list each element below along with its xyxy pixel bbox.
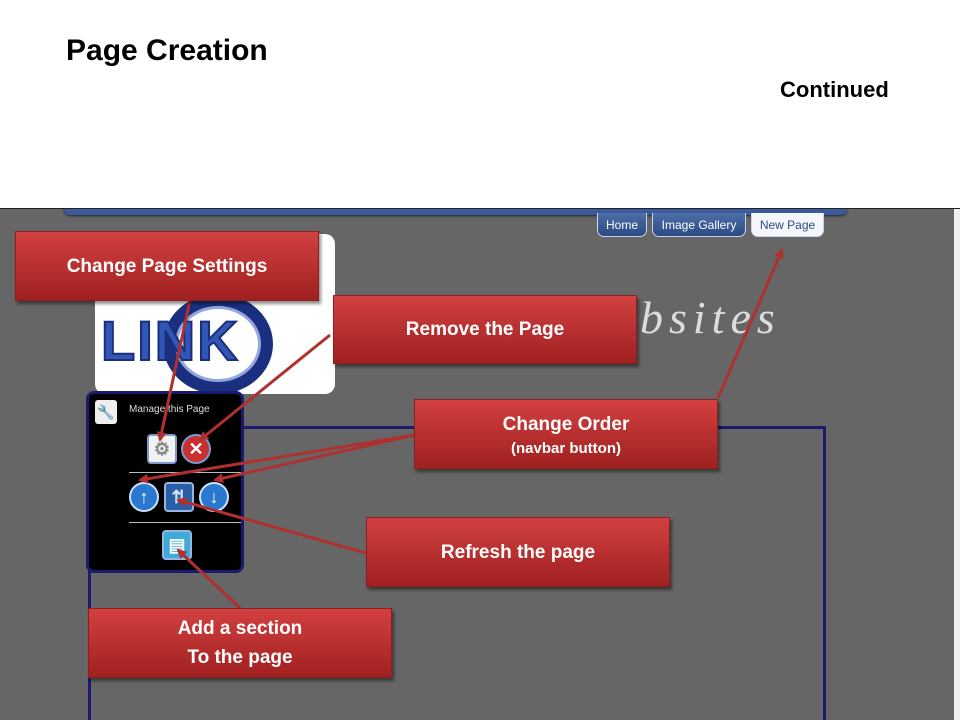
callout-order-text: Change Order <box>502 413 630 435</box>
move-down-button[interactable]: ↓ <box>199 482 229 512</box>
move-up-button[interactable]: ↑ <box>129 482 159 512</box>
page-settings-button[interactable]: ⚙ <box>147 434 177 464</box>
remove-page-button[interactable]: ✕ <box>181 434 211 464</box>
add-section-button[interactable]: ▤ <box>162 530 192 560</box>
logo-text: LINK <box>100 308 240 373</box>
manage-panel-label: Manage this Page <box>129 404 210 415</box>
nav-tab-home[interactable]: Home <box>597 213 647 237</box>
refresh-button[interactable]: ⇅ <box>164 482 194 512</box>
move-up-icon: ↑ <box>139 486 149 507</box>
callout-add-line2: To the page <box>187 647 293 668</box>
callout-remove-page: Remove the Page <box>333 295 637 364</box>
logo-tagline: bsites <box>640 292 781 343</box>
refresh-icon: ⇅ <box>171 486 187 507</box>
move-down-icon: ↓ <box>209 486 219 507</box>
callout-change-order: Change Order (navbar button) <box>414 399 718 469</box>
callout-refresh-text: Refresh the page <box>440 541 596 563</box>
callout-order-subtext: (navbar button) <box>511 439 621 457</box>
callout-refresh-page: Refresh the page <box>366 517 670 587</box>
callout-add-line1: Add a section <box>177 618 303 639</box>
remove-icon: ✕ <box>188 438 204 459</box>
slide-title: Page Creation <box>66 34 268 67</box>
callout-add-section: Add a section To the page <box>88 608 392 678</box>
nav-tab-image-gallery[interactable]: Image Gallery <box>652 213 746 237</box>
callout-change-settings: Change Page Settings <box>15 231 319 301</box>
panel-divider <box>129 472 241 473</box>
wrench-icon: 🔧 <box>95 400 117 424</box>
add-section-icon: ▤ <box>168 534 186 555</box>
panel-divider <box>129 522 241 523</box>
callout-remove-text: Remove the Page <box>405 319 565 340</box>
callout-settings-text: Change Page Settings <box>66 255 268 277</box>
scrollbar[interactable] <box>954 209 960 720</box>
slide-subtitle: Continued <box>780 77 889 102</box>
page-settings-icon: ⚙ <box>153 438 171 459</box>
manage-page-panel: 🔧 Manage this Page ⚙ ✕ ↑ ⇅ ↓ ▤ <box>86 391 244 573</box>
nav-tab-new-page[interactable]: New Page <box>751 213 824 237</box>
